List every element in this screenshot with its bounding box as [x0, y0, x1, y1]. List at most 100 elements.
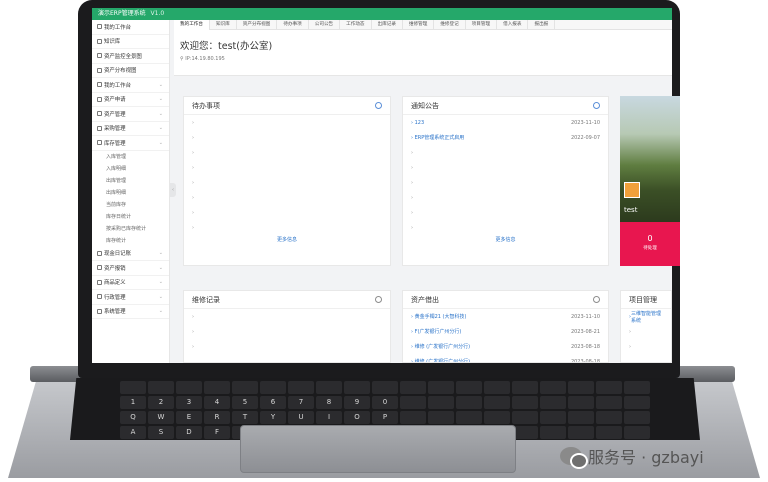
list-item[interactable]: › [403, 160, 608, 175]
sidebar-item-label: 采购管理 [104, 126, 126, 133]
tab-item[interactable]: 项目管理 [466, 20, 498, 30]
keyboard-key [484, 396, 510, 409]
list-item[interactable]: › 123 2023-11-10 [403, 115, 608, 130]
tab-item[interactable]: 工作动态 [340, 20, 372, 30]
sidebar-subitem[interactable]: 入库管理 [92, 151, 169, 163]
sidebar-item[interactable]: 商品定义 ⌄ [92, 276, 169, 290]
keyboard-key: R [204, 411, 230, 424]
sidebar-subitem[interactable]: 当前库存 [92, 199, 169, 211]
keyboard-key [568, 396, 594, 409]
list-item[interactable]: › F(广发银行广州分行) 2023-08-21 [403, 324, 608, 339]
sidebar-item[interactable]: 资产分布视图 [92, 64, 169, 78]
chevron-down-icon: ⌄ [158, 264, 163, 271]
list-item[interactable]: › [184, 145, 390, 160]
outbound-card: 资产借出 › 黄金手镯21 (大智科技) 2023-11-10 › F(广发银行广州… [402, 290, 609, 363]
chevron-down-icon: ⌄ [158, 279, 163, 286]
list-item[interactable]: › [403, 175, 608, 190]
list-item[interactable]: › [621, 339, 671, 354]
menu-icon [97, 82, 102, 88]
keyboard-key: W [148, 411, 174, 424]
keyboard-key: 0 [372, 396, 398, 409]
tab-item[interactable]: 借入报表 [497, 20, 529, 30]
tab-item[interactable]: 维修登记 [434, 20, 466, 30]
list-item-text: › [411, 164, 413, 171]
list-item[interactable]: › [184, 339, 390, 354]
tab-item[interactable]: 维修管理 [403, 20, 435, 30]
sidebar-item[interactable]: 行政管理 ⌄ [92, 290, 169, 305]
todo-card: 待办事项 › › › › › › › › 更多信息 [183, 96, 391, 266]
list-item-arrow: › [192, 164, 194, 171]
list-item[interactable]: › [403, 205, 608, 220]
list-item[interactable]: › 三维智能管理系统 [621, 309, 671, 324]
sidebar-item[interactable]: 资产管理 ⌄ [92, 107, 169, 122]
sidebar-subitem[interactable]: 库存日统计 [92, 211, 169, 223]
avatar[interactable] [624, 182, 640, 198]
list-item[interactable]: › [184, 324, 390, 339]
list-item[interactable]: › 维修 (广发银行广州分行) 2023-08-18 [403, 354, 608, 363]
chevron-down-icon: ⌄ [158, 308, 163, 315]
chevron-down-icon: ⌄ [158, 96, 163, 103]
tab-item[interactable]: 公司公告 [309, 20, 341, 30]
list-item-title: 维修 (广发银行广州分行) [414, 344, 471, 350]
list-item[interactable]: › [184, 309, 390, 324]
list-item[interactable]: › [184, 160, 390, 175]
list-item[interactable]: › [184, 130, 390, 145]
menu-icon [97, 294, 102, 300]
sidebar-subitem[interactable]: 入库明细 [92, 163, 169, 175]
sidebar-item[interactable]: 采购管理 ⌄ [92, 122, 169, 136]
list-item[interactable]: › [403, 145, 608, 160]
sidebar-subitem[interactable]: 出库明细 [92, 187, 169, 199]
list-item[interactable]: › [184, 175, 390, 190]
sidebar-item[interactable]: 知识库 [92, 35, 169, 49]
tab-item[interactable]: 出库记录 [372, 20, 403, 30]
sidebar-subitem[interactable]: 库存统计 [92, 235, 169, 247]
notice-more-link[interactable]: 更多信息 [403, 236, 608, 243]
sidebar-item-label: 资产申请 [104, 97, 126, 104]
sidebar-item[interactable]: 资产申请 ⌄ [92, 93, 169, 107]
sidebar-subitem[interactable]: 出库管理 [92, 175, 169, 187]
pending-count-box[interactable]: 0 待处理 [620, 222, 680, 266]
tab-item[interactable]: 待办事项 [277, 20, 309, 30]
tab-item[interactable]: 知识库 [210, 20, 237, 30]
keyboard-key [596, 411, 622, 424]
profile-background: test [620, 96, 680, 222]
list-item[interactable]: › [621, 324, 671, 339]
sidebar-item-label: 资产监控全景图 [104, 53, 142, 60]
list-item[interactable]: › ERP管理系统正式启用 2022-09-07 [403, 130, 608, 145]
keyboard-key [624, 411, 650, 424]
sidebar-item[interactable]: 资产报销 ⌄ [92, 261, 169, 276]
list-item[interactable]: › 维修 (广发银行广州分行) 2023-08-18 [403, 339, 608, 354]
list-item[interactable]: › [184, 190, 390, 205]
sidebar-item-label: 资产报销 [104, 265, 126, 272]
sidebar-item[interactable]: 资产监控全景图 [92, 49, 169, 64]
keyboard-key: T [232, 411, 258, 424]
list-item[interactable]: › 黄金手镯21 (大智科技) 2023-11-10 [403, 309, 608, 324]
tab-item[interactable]: 报出报 [528, 20, 556, 30]
keyboard-key [568, 411, 594, 424]
sidebar-subitem[interactable]: 按采购已库存统计 [92, 223, 169, 235]
outbound-card-title: 资产借出 [411, 296, 439, 304]
sidebar-item[interactable]: 库存管理 ⌄ [92, 136, 169, 151]
sidebar-collapse-icon[interactable]: ‹ [170, 183, 176, 197]
sidebar-item-label: 知识库 [104, 39, 121, 46]
sidebar-item[interactable]: 我的工作台 [92, 20, 169, 35]
notice-card-header: 通知公告 [403, 97, 608, 115]
repair-card: 维修记录 › › › [183, 290, 391, 363]
tab-item[interactable]: 我的工作台 [174, 20, 210, 30]
todo-more-link[interactable]: 更多信息 [184, 236, 390, 243]
list-item[interactable]: › [403, 190, 608, 205]
keyboard-key: 9 [344, 396, 370, 409]
keyboard-key [484, 381, 510, 394]
sidebar-item[interactable]: 我的工作台 ⌄ [92, 78, 169, 93]
sidebar-item[interactable]: 现金日记账 ⌄ [92, 247, 169, 261]
keyboard-key [456, 396, 482, 409]
list-item[interactable]: › [403, 220, 608, 235]
keyboard-key: 7 [288, 396, 314, 409]
sidebar-item[interactable]: 系统管理 ⌄ [92, 305, 169, 319]
list-item[interactable]: › [184, 205, 390, 220]
list-item[interactable]: › [184, 115, 390, 130]
list-item-arrow: › [192, 328, 194, 335]
tab-item[interactable]: 资产分布视图 [237, 20, 278, 30]
app-version: V1.0 [150, 10, 165, 17]
list-item[interactable]: › [184, 220, 390, 235]
